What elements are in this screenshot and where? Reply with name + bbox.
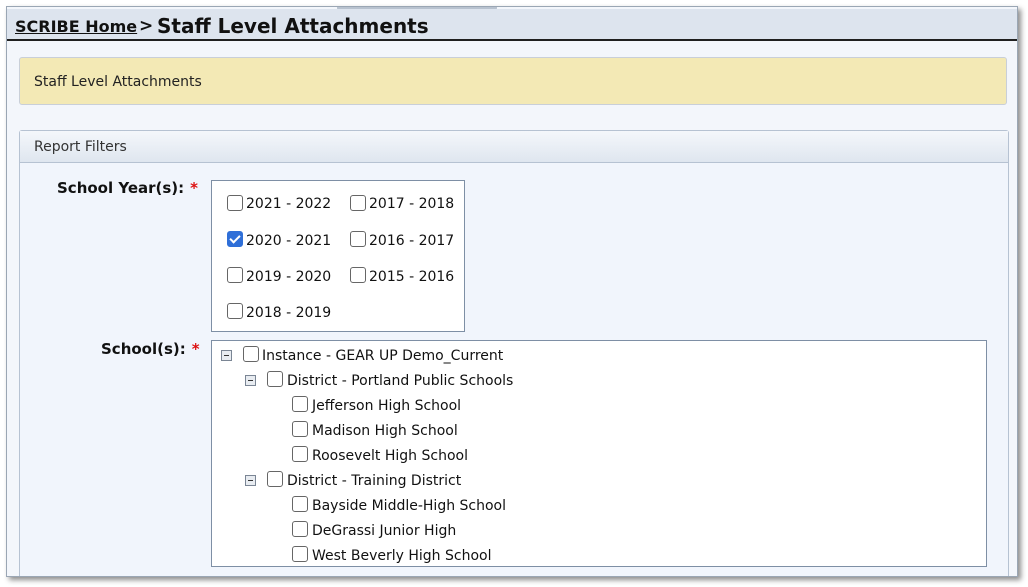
tree-node-label[interactable]: Bayside Middle-High School	[312, 498, 506, 514]
tree-checkbox[interactable]	[292, 396, 308, 412]
year-option-label[interactable]: 2020 - 2021	[246, 233, 331, 249]
app-window: SCRIBE Home > Staff Level Attachments St…	[6, 6, 1018, 577]
year-checkbox-2021-2022[interactable]	[227, 195, 243, 211]
tree-node-label[interactable]: District - Portland Public Schools	[287, 373, 513, 389]
collapse-icon[interactable]	[245, 375, 256, 386]
required-marker: *	[191, 340, 200, 358]
tree-checkbox[interactable]	[292, 496, 308, 512]
year-option-label[interactable]: 2016 - 2017	[369, 233, 454, 249]
tree-node-label[interactable]: West Beverly High School	[312, 548, 491, 564]
year-option-label[interactable]: 2018 - 2019	[246, 305, 331, 321]
tree-checkbox[interactable]	[243, 346, 259, 362]
year-checkbox-2017-2018[interactable]	[350, 195, 366, 211]
required-marker: *	[190, 179, 199, 197]
tree-node-label[interactable]: DeGrassi Junior High	[312, 523, 456, 539]
tree-node-label[interactable]: Madison High School	[312, 423, 458, 439]
year-checkbox-2015-2016[interactable]	[350, 267, 366, 283]
tree-checkbox[interactable]	[292, 521, 308, 537]
schools-label-text: School(s):	[101, 340, 186, 358]
tree-node-label[interactable]: Instance - GEAR UP Demo_Current	[262, 348, 503, 364]
page-title: Staff Level Attachments	[157, 14, 429, 38]
year-checkbox-2016-2017[interactable]	[350, 231, 366, 247]
year-checkbox-2020-2021[interactable]	[227, 231, 243, 247]
tree-checkbox[interactable]	[267, 371, 283, 387]
tree-node-label[interactable]: Roosevelt High School	[312, 448, 468, 464]
school-years-checkbox-group: 2021 - 2022 2017 - 2018 2020 - 2021 2016…	[211, 180, 465, 332]
schools-tree: Instance - GEAR UP Demo_Current District…	[211, 340, 987, 567]
title-bar: SCRIBE Home > Staff Level Attachments	[7, 9, 1017, 41]
tree-checkbox[interactable]	[292, 421, 308, 437]
tree-node-label[interactable]: Jefferson High School	[312, 398, 461, 414]
tree-checkbox[interactable]	[267, 471, 283, 487]
school-years-label: School Year(s): *	[57, 179, 198, 197]
collapse-icon[interactable]	[245, 475, 256, 486]
collapse-icon[interactable]	[221, 350, 232, 361]
breadcrumb-separator: >	[139, 16, 154, 36]
report-banner-text: Staff Level Attachments	[34, 74, 202, 90]
year-checkbox-2018-2019[interactable]	[227, 303, 243, 319]
tree-checkbox[interactable]	[292, 546, 308, 562]
year-checkbox-2019-2020[interactable]	[227, 267, 243, 283]
schools-label: School(s): *	[101, 340, 200, 358]
year-option-label[interactable]: 2017 - 2018	[369, 196, 454, 212]
tree-node-label[interactable]: District - Training District	[287, 473, 461, 489]
report-filters-title: Report Filters	[34, 139, 127, 155]
year-option-label[interactable]: 2015 - 2016	[369, 269, 454, 285]
school-years-label-text: School Year(s):	[57, 179, 185, 197]
tree-checkbox[interactable]	[292, 446, 308, 462]
year-option-label[interactable]: 2019 - 2020	[246, 269, 331, 285]
year-option-label[interactable]: 2021 - 2022	[246, 196, 331, 212]
breadcrumb-home-link[interactable]: SCRIBE Home	[15, 17, 137, 36]
report-filters-header: Report Filters	[20, 131, 1008, 163]
report-banner: Staff Level Attachments	[19, 57, 1007, 105]
